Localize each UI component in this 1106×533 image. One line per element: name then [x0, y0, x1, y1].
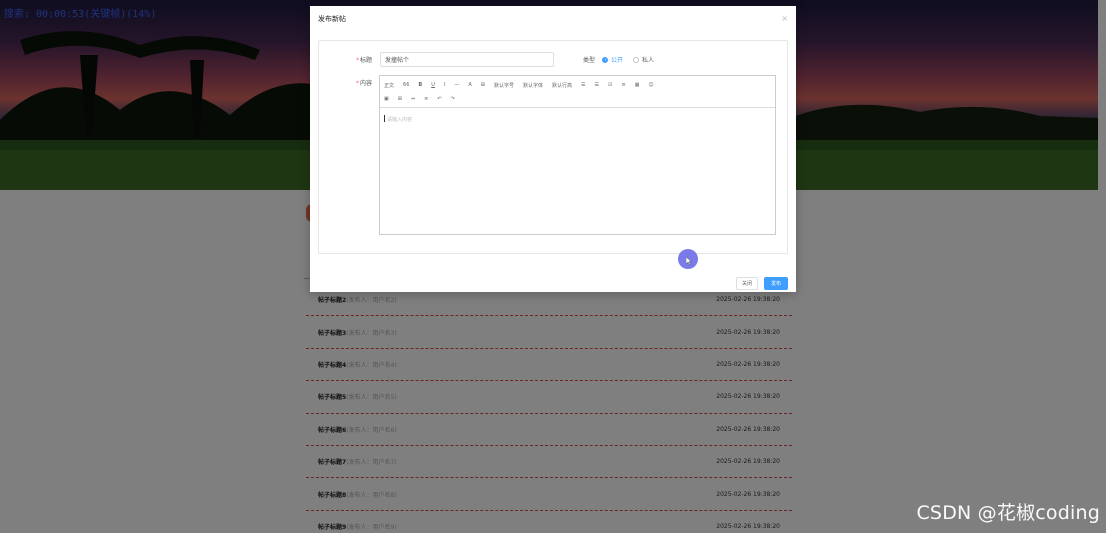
toolbar-button[interactable]: ≡	[621, 82, 625, 88]
toolbar-button[interactable]: ⊞	[398, 96, 402, 102]
type-label: 类型	[583, 57, 596, 64]
radio-unchecked-icon	[633, 56, 640, 63]
radio-public[interactable]: 公开	[602, 55, 623, 64]
toolbar-button[interactable]: 正文	[384, 82, 394, 89]
toolbar-button[interactable]: A	[468, 82, 471, 88]
editor-content-area[interactable]: 请输入内容	[380, 108, 775, 234]
dialog-title: 发布新帖	[318, 15, 346, 23]
content-label: *内容	[356, 80, 373, 87]
watermark: CSDN @花椒coding	[916, 502, 1100, 524]
publish-button[interactable]: 发布	[764, 277, 788, 290]
toolbar-button[interactable]: —	[454, 82, 459, 88]
toolbar-button[interactable]: B	[418, 82, 422, 88]
mouse-pointer-icon	[686, 257, 692, 265]
title-label: *标题	[356, 57, 373, 64]
toolbar-button[interactable]: 默认字号	[494, 82, 514, 89]
toolbar-row: 正文 66 B U I — A ⊞ 默认字号 默认字体 默认行高 ☰ ☰ ☑ ≡ ▦ ☺	[384, 79, 771, 91]
close-icon[interactable]: ×	[781, 14, 788, 23]
required-mark: *	[356, 80, 359, 87]
toolbar-row: ▣ ⊞ ⇔ ≡ ↶ ↷	[384, 93, 771, 105]
radio-checked-icon	[602, 56, 608, 63]
toolbar-button[interactable]: ☰	[595, 82, 599, 88]
toolbar-button[interactable]: ▣	[384, 96, 389, 102]
toolbar-button[interactable]: 66	[403, 82, 409, 88]
toolbar-button[interactable]: 默认行高	[552, 82, 572, 89]
required-mark: *	[356, 57, 359, 64]
title-input[interactable]	[380, 52, 554, 67]
toolbar-button[interactable]: ☰	[581, 82, 585, 88]
toolbar-button[interactable]: 默认字体	[523, 82, 543, 89]
toolbar-button[interactable]: ☑	[608, 82, 612, 88]
toolbar-button[interactable]: U	[431, 82, 435, 88]
editor-toolbar: 正文 66 B U I — A ⊞ 默认字号 默认字体 默认行高 ☰ ☰ ☑ ≡ ▦ ☺ ▣ ⊞ ⇔ ≡ ↶ ↷	[380, 76, 775, 108]
type-radio-group: 公开 私人	[602, 55, 664, 64]
toolbar-button[interactable]: I	[444, 82, 445, 88]
toolbar-button[interactable]: ⊞	[481, 82, 485, 88]
toolbar-button[interactable]: ↶	[437, 96, 441, 102]
text-caret	[384, 115, 385, 122]
toolbar-button[interactable]: ≡	[424, 96, 428, 102]
radio-private[interactable]: 私人	[633, 55, 654, 64]
rich-text-editor: 正文 66 B U I — A ⊞ 默认字号 默认字体 默认行高 ☰ ☰ ☑ ≡ ▦ ☺ ▣ ⊞ ⇔ ≡ ↶ ↷ 请输入内…	[379, 75, 776, 235]
publish-dialog: 发布新帖 × *标题 类型 公开 私人 *内容 正文 66 B U I — A ⊞ 默认字号 默认…	[310, 6, 796, 292]
toolbar-button[interactable]: ☺	[648, 82, 653, 88]
close-button[interactable]: 关闭	[736, 277, 758, 290]
toolbar-button[interactable]: ▦	[635, 82, 640, 88]
toolbar-button[interactable]: ⇔	[411, 96, 415, 102]
editor-placeholder: 请输入内容	[387, 117, 413, 123]
toolbar-button[interactable]: ↷	[451, 96, 455, 102]
